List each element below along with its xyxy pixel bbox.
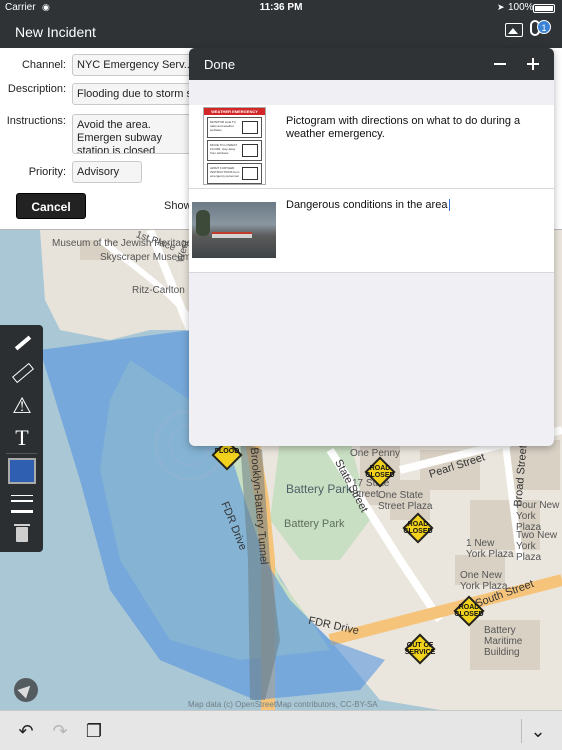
- show-toggle-label[interactable]: Show: [164, 200, 192, 212]
- map-label-battery-maritime: Battery Maritime Building: [484, 625, 523, 658]
- road-closed-sign-3[interactable]: ROAD CLOSED: [453, 595, 485, 627]
- page-title: New Incident: [15, 24, 96, 40]
- road-closed-sign-label: ROAD CLOSED: [454, 604, 484, 618]
- pictogram-cell-text: MONITOR local TV, radio and weather webs…: [210, 120, 237, 132]
- channel-field[interactable]: NYC Emergency Serv...: [72, 54, 192, 76]
- locate-me-button[interactable]: [14, 678, 38, 702]
- done-button[interactable]: Done: [204, 57, 235, 72]
- add-attachment-icon-vertical: [532, 58, 534, 70]
- pictogram-header: WEATHER EMERGENCY: [204, 108, 265, 115]
- location-arrow-icon: ➤: [497, 2, 505, 12]
- text-tool-icon[interactable]: T: [8, 425, 36, 451]
- remove-attachment-icon[interactable]: [494, 63, 506, 65]
- channel-label: Channel:: [21, 59, 66, 71]
- description-label: Description:: [7, 83, 66, 95]
- pictogram-cell-text: MOVE TO LOWEST FLOOR, stay away from win…: [210, 143, 238, 155]
- map-label-1-new-york: 1 New York Plaza: [466, 538, 514, 560]
- map-label-one-new-york: One New York Plaza: [460, 570, 508, 592]
- notification-badge: 1: [537, 20, 551, 34]
- text-cursor: [449, 199, 451, 212]
- clock: 11:36 PM: [259, 2, 303, 13]
- attachment-row[interactable]: Dangerous conditions in the area: [189, 189, 554, 273]
- chevron-down-icon[interactable]: ⌄: [528, 721, 548, 741]
- out-of-service-sign[interactable]: OUT OF SERVICE: [404, 633, 436, 665]
- out-of-service-sign-label: OUT OF SERVICE: [404, 642, 436, 656]
- map-label-battery-park-a: Battery Park: [286, 482, 353, 496]
- description-field[interactable]: Flooding due to storm su: [72, 83, 192, 105]
- warning-tool-icon[interactable]: ⚠: [8, 393, 36, 419]
- attachment-caption-text: Dangerous conditions in the area: [286, 199, 448, 211]
- house-icon: [242, 144, 258, 157]
- car-icon: [242, 167, 258, 180]
- cancel-button[interactable]: Cancel: [16, 193, 86, 219]
- image-attachment-icon[interactable]: [505, 23, 523, 37]
- battery-icon: [533, 4, 555, 13]
- battery-percent: 100%: [508, 2, 534, 13]
- tv-icon: [242, 121, 258, 134]
- map-label-four-new-york: Four New York Plaza: [516, 500, 560, 533]
- priority-label: Priority:: [28, 166, 66, 178]
- map-label-battery-park-b: Battery Park: [284, 518, 345, 530]
- undo-icon[interactable]: ↶: [16, 721, 36, 741]
- drawing-toolbar: ⚠ T: [0, 325, 43, 552]
- trash-icon[interactable]: [8, 521, 36, 547]
- pen-tool-icon[interactable]: [8, 329, 36, 355]
- attachments-popover: Done WEATHER EMERGENCY MONITOR local TV,…: [189, 48, 554, 446]
- toolbar-divider: [6, 453, 37, 454]
- photo-barrier: [212, 232, 252, 238]
- popover-header: Done: [189, 48, 554, 80]
- highlighter-tool-icon[interactable]: [8, 359, 36, 385]
- nav-bar: New Incident 1: [0, 16, 562, 49]
- road-closed-sign-label: ROAD CLOSED: [403, 521, 433, 535]
- attachment-caption-editing[interactable]: Dangerous conditions in the area: [286, 199, 541, 212]
- photo-tree: [196, 210, 210, 236]
- attachment-caption[interactable]: Pictogram with directions on what to do …: [286, 115, 541, 141]
- status-bar: Carrier ◉ 11:36 PM ➤ 100%: [0, 0, 562, 16]
- photo-thumbnail: [192, 202, 276, 258]
- map-label-two-new-york: Two New York Plaza: [516, 530, 558, 563]
- pictogram-thumbnail: WEATHER EMERGENCY MONITOR local TV, radi…: [203, 107, 266, 185]
- road-closed-sign-1[interactable]: ROAD CLOSED: [364, 456, 396, 488]
- bottom-toolbar: ↶ ↷ ❐ ⌄: [0, 710, 562, 750]
- priority-field[interactable]: Advisory: [72, 161, 142, 183]
- attachment-row[interactable]: WEATHER EMERGENCY MONITOR local TV, radi…: [189, 105, 554, 189]
- copy-icon[interactable]: ❐: [84, 721, 104, 741]
- toolbar-divider: [521, 719, 522, 743]
- road-closed-sign-label: ROAD CLOSED: [365, 465, 395, 479]
- pictogram-cell: MOVE TO LOWEST FLOOR, stay away from win…: [207, 140, 262, 161]
- color-swatch[interactable]: [8, 458, 36, 484]
- pictogram-cell-text: AWAIT FURTHER INSTRUCTIONS from emergenc…: [210, 166, 240, 178]
- map-attribution: Map data (c) OpenStreetMap contributors,…: [188, 700, 378, 709]
- map-label-ritz: Ritz-Carlton: [132, 285, 185, 296]
- redo-icon[interactable]: ↷: [50, 721, 70, 741]
- road-closed-sign-2[interactable]: ROAD CLOSED: [402, 512, 434, 544]
- instructions-label: Instructions:: [6, 115, 66, 127]
- line-width-icon[interactable]: [8, 490, 36, 516]
- instructions-field[interactable]: Avoid the area. Emergen subway station i…: [72, 114, 192, 154]
- pictogram-cell: MONITOR local TV, radio and weather webs…: [207, 117, 262, 138]
- pictogram-cell: AWAIT FURTHER INSTRUCTIONS from emergenc…: [207, 163, 262, 184]
- flood-sign-label: FLOOD: [214, 448, 240, 455]
